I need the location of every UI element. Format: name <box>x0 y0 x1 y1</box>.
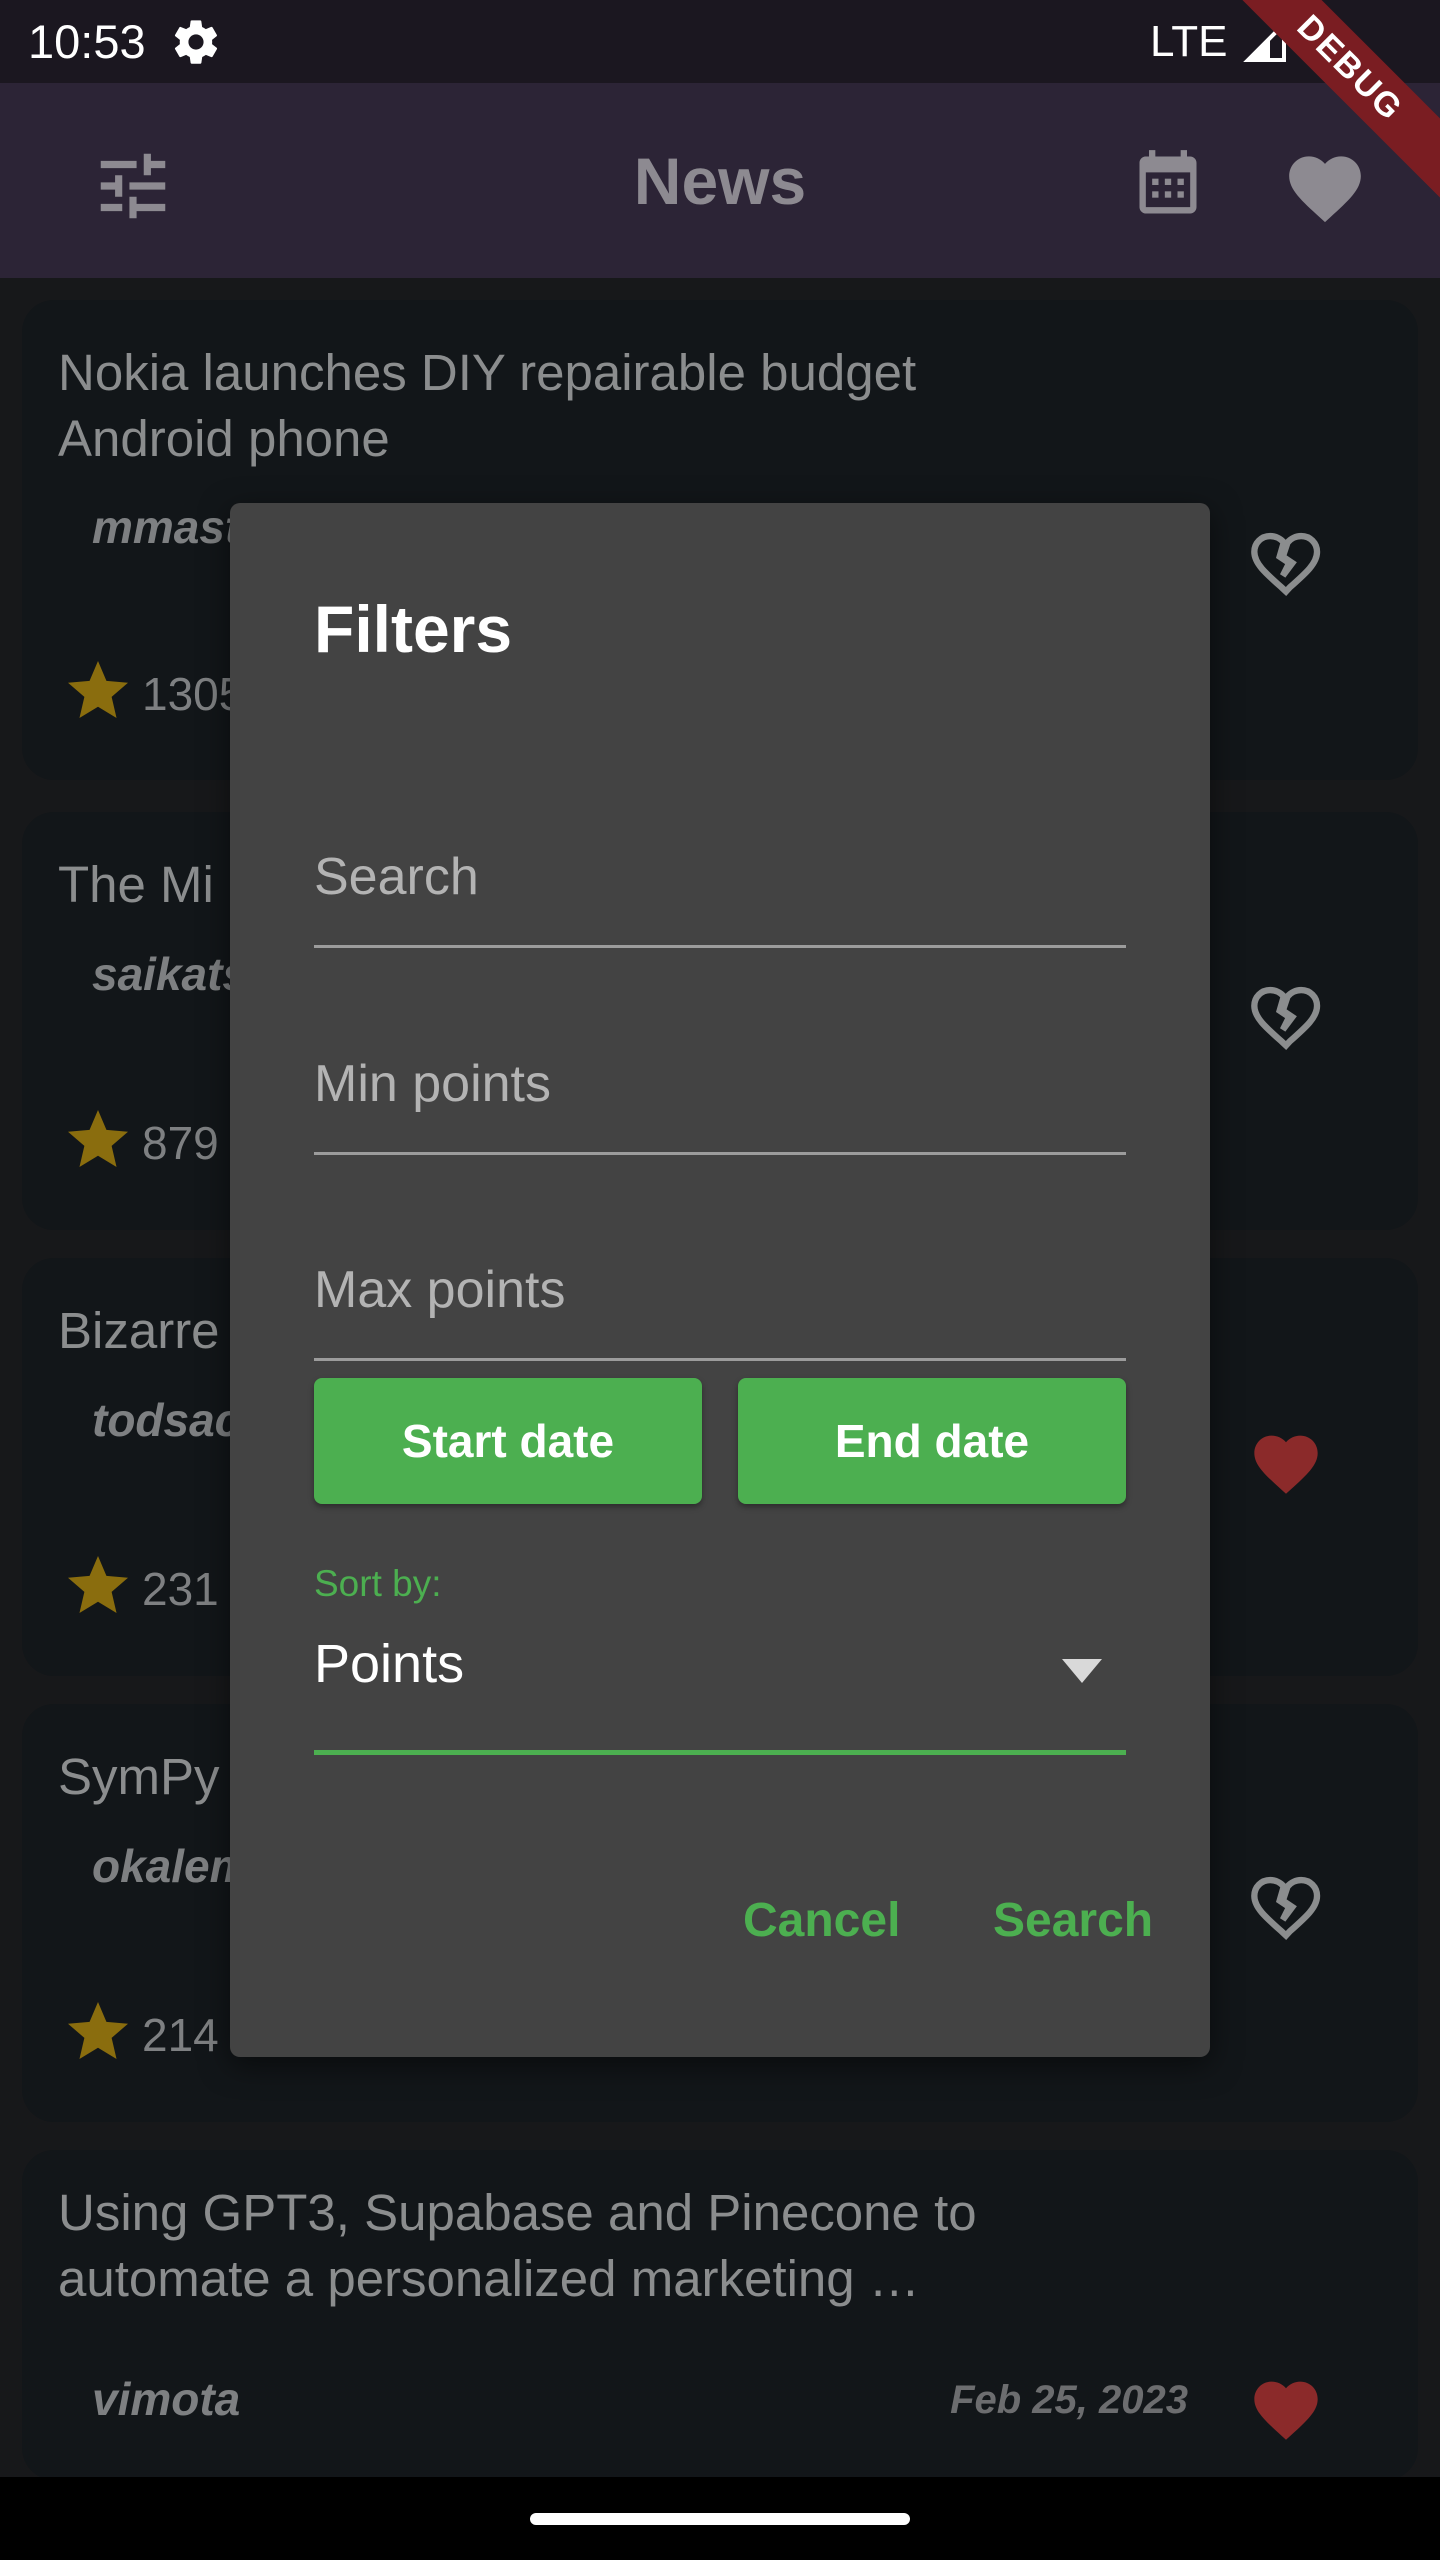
favorite-heart-icon[interactable] <box>1248 1426 1324 1496</box>
system-nav-bar <box>0 2477 1440 2560</box>
cancel-button[interactable]: Cancel <box>743 1893 900 1948</box>
broken-heart-icon[interactable] <box>1248 528 1324 598</box>
filters-dialog: Filters Start date End date Sort by: Poi… <box>230 503 1210 2057</box>
search-field[interactable] <box>314 808 1126 948</box>
min-points-input[interactable] <box>314 1015 1126 1152</box>
star-icon <box>68 2002 128 2059</box>
favorite-heart-icon[interactable] <box>1248 2372 1324 2442</box>
max-points-input[interactable] <box>314 1221 1126 1358</box>
news-points: 1305 <box>142 668 245 720</box>
news-author: okalem <box>92 1840 251 1892</box>
dialog-title: Filters <box>314 592 513 666</box>
min-points-field[interactable] <box>314 1015 1126 1155</box>
sort-by-label: Sort by: <box>314 1563 442 1604</box>
news-title: Using GPT3, Supabase and Pinecone to aut… <box>58 2184 977 2307</box>
status-bar: 10:53 LTE <box>0 0 1440 83</box>
app-bar: News <box>0 83 1440 278</box>
star-icon <box>68 1110 128 1167</box>
news-author: saikats <box>92 948 249 1000</box>
sort-by-value: Points <box>314 1634 465 1694</box>
star-icon <box>68 1556 128 1613</box>
start-date-button[interactable]: Start date <box>314 1378 702 1504</box>
news-points: 231 <box>142 1563 219 1615</box>
page-title: News <box>633 144 807 218</box>
news-author: todsac <box>92 1394 241 1446</box>
search-button[interactable]: Search <box>993 1893 1153 1948</box>
news-points: 214 <box>142 2009 219 2061</box>
favorites-heart-icon[interactable] <box>1282 145 1368 225</box>
home-gesture-handle[interactable] <box>530 2513 910 2525</box>
news-card[interactable]: Using GPT3, Supabase and Pinecone to aut… <box>22 2150 1418 2480</box>
star-icon <box>68 661 128 718</box>
broken-heart-icon[interactable] <box>1248 982 1324 1052</box>
news-date: Feb 25, 2023 <box>950 2378 1188 2422</box>
news-points: 879 <box>142 1117 219 1169</box>
status-time: 10:53 <box>28 15 146 68</box>
network-type: LTE <box>1150 17 1228 66</box>
news-title: Nokia launches DIY repairable budget And… <box>58 344 917 467</box>
end-date-button[interactable]: End date <box>738 1378 1126 1504</box>
max-points-field[interactable] <box>314 1221 1126 1361</box>
dropdown-arrow-icon <box>1062 1659 1102 1683</box>
broken-heart-icon[interactable] <box>1248 1872 1324 1942</box>
calendar-icon[interactable] <box>1130 145 1206 225</box>
search-input[interactable] <box>314 808 1126 945</box>
settings-gear-icon <box>174 20 218 64</box>
news-author: mmast <box>92 501 241 553</box>
news-author: vimota <box>92 2373 241 2425</box>
sort-by-dropdown[interactable]: Points <box>314 1621 1126 1755</box>
